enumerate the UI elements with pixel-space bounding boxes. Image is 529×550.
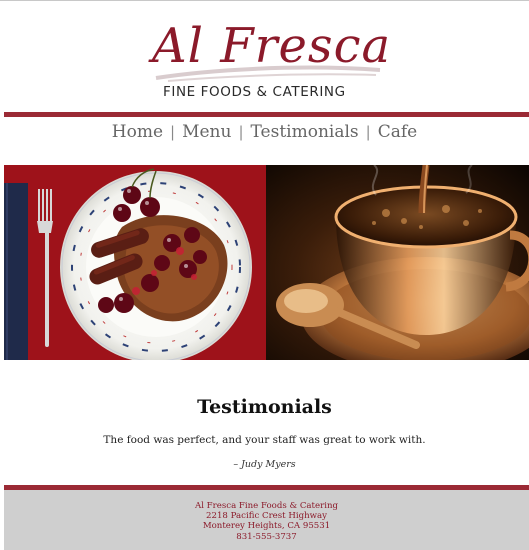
nav-link-cafe[interactable]: Cafe — [378, 122, 418, 142]
site-logo[interactable]: Al Fresca Fine Foods & Catering — [148, 18, 392, 104]
page-title: Testimonials — [197, 396, 332, 418]
hero-images — [4, 165, 529, 360]
top-divider — [0, 0, 529, 1]
nav-separator: | — [170, 123, 176, 141]
nav-link-menu[interactable]: Menu — [182, 122, 231, 142]
page: Al Fresca Fine Foods & Catering Home | Men… — [0, 0, 529, 550]
hero-banner — [4, 165, 529, 360]
main-nav: Home | Menu | Testimonials | Cafe — [0, 122, 529, 142]
footer-company: Al Fresca Fine Foods & Catering — [195, 501, 338, 511]
logo-wordmark: Al Fresca — [152, 18, 392, 74]
header-divider-bar — [4, 112, 529, 117]
footer-street: 2218 Pacific Crest Highway — [206, 511, 327, 522]
nav-link-testimonials[interactable]: Testimonials — [251, 122, 359, 142]
testimonial-author: – Judy Myers — [233, 459, 296, 470]
breakfast-plate-photo — [4, 165, 266, 360]
nav-separator: | — [238, 123, 244, 141]
footer-phone[interactable]: 831-555-3737 — [4, 532, 529, 542]
site-footer: Al Fresca Fine Foods & Catering 2218 Pac… — [4, 490, 529, 550]
logo-tagline: Fine Foods & Catering — [163, 84, 346, 100]
nav-separator: | — [365, 123, 371, 141]
coffee-cup-photo — [266, 165, 529, 360]
footer-city: Monterey Heights, CA 95531 — [202, 521, 331, 532]
testimonial-quote: The food was perfect, and your staff was… — [103, 434, 426, 446]
nav-link-home[interactable]: Home — [112, 122, 163, 142]
